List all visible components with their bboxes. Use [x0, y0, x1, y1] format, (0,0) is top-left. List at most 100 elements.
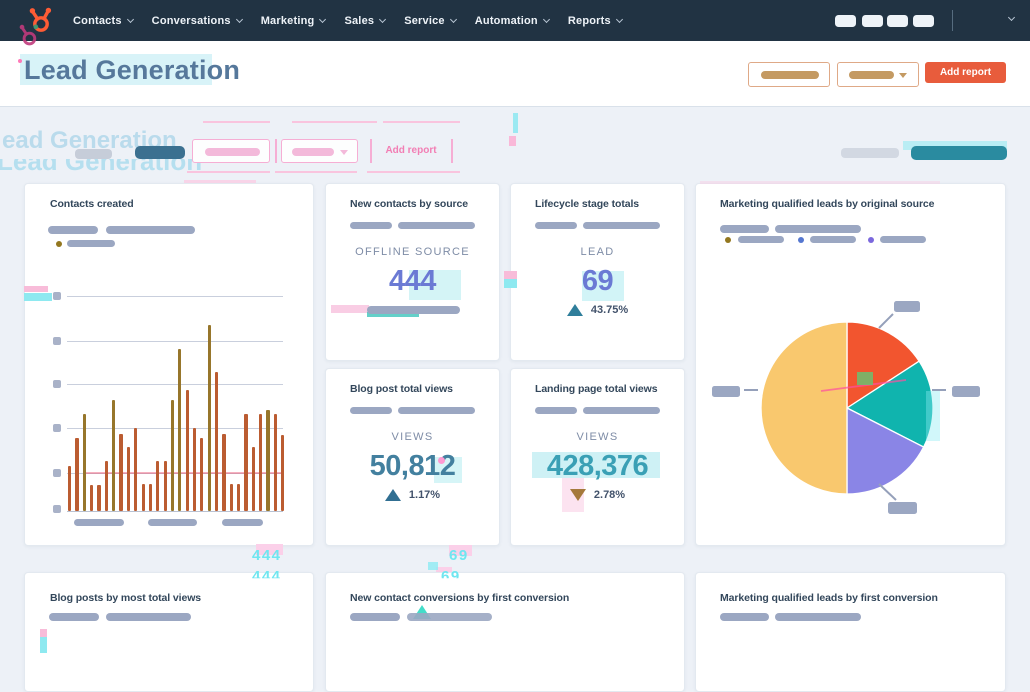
x-axis-line — [67, 511, 283, 512]
dropdown-caret-icon — [899, 73, 907, 78]
ghost-caret-icon — [340, 150, 348, 155]
placeholder-bar — [350, 222, 392, 229]
metric-change: 1.17% — [326, 489, 499, 501]
gridline — [67, 296, 283, 297]
dashboard-filter-dropdown-2[interactable] — [837, 62, 919, 87]
report-title: Blog post total views — [350, 383, 453, 395]
account-chevron-down-icon[interactable] — [1007, 13, 1016, 22]
placeholder-bar — [535, 222, 577, 229]
title-glitch-dot — [18, 59, 22, 63]
bar — [134, 428, 138, 511]
report-card-new-contact-conversions: New contact conversions by first convers… — [325, 572, 685, 692]
metric-value: 69 — [581, 265, 614, 297]
metric-label: OFFLINE SOURCE — [355, 246, 470, 258]
placeholder-bar — [49, 613, 99, 621]
y-tick-placeholder — [53, 424, 61, 432]
nav-item-contacts[interactable]: Contacts — [73, 15, 134, 27]
metric-value: 444 — [389, 265, 436, 297]
glitch-pink-dash — [367, 171, 460, 173]
bar — [178, 349, 182, 511]
glitch-pink-bit — [509, 136, 516, 146]
bar — [200, 438, 204, 511]
report-card-contacts-created: Contacts created — [24, 183, 314, 546]
nav-item-reports[interactable]: Reports — [567, 14, 623, 27]
placeholder-bar — [775, 225, 861, 233]
y-tick-placeholder — [53, 337, 61, 345]
ghost-placeholder-bar — [205, 148, 260, 156]
nav-toolbar-icon-1[interactable] — [835, 15, 856, 27]
page-title: Lead Generation — [24, 55, 241, 85]
bar — [90, 485, 94, 511]
ghost-page-title-1: ead Generation — [2, 127, 177, 154]
report-card-blog-post-total-views: Blog post total views VIEWS 50,812 1.17% — [325, 368, 500, 546]
nav-item-label: Service — [404, 14, 445, 27]
y-tick-placeholder — [53, 292, 61, 300]
placeholder-bar — [398, 407, 475, 414]
legend-dot — [725, 237, 731, 243]
nav-item-label: Sales — [344, 14, 375, 27]
dashboard-filter-dropdown-1[interactable] — [748, 62, 830, 87]
bar — [104, 461, 108, 511]
x-axis-label-placeholder — [148, 519, 197, 526]
pie-callout-label — [712, 386, 740, 397]
placeholder-bar — [367, 306, 460, 314]
bar — [229, 484, 233, 511]
nav-item-label: Conversations — [151, 14, 231, 27]
y-tick-placeholder — [53, 380, 61, 388]
y-tick-placeholder — [53, 469, 61, 477]
nav-toolbar-icon-3[interactable] — [887, 15, 908, 27]
metric-change: 2.78% — [511, 489, 684, 501]
bar — [82, 414, 86, 511]
pie-slice-amber — [760, 321, 848, 495]
bar — [251, 447, 255, 511]
glitch-pink-dash — [203, 121, 270, 123]
nav-toolbar-icon-2[interactable] — [862, 15, 883, 27]
bar — [192, 428, 197, 511]
chevron-down-icon — [542, 15, 550, 23]
placeholder-bar — [775, 613, 861, 621]
glitch-pink-dash — [292, 121, 377, 123]
metric-value: 50,812 — [369, 450, 456, 482]
add-report-button[interactable]: Add report — [925, 62, 1006, 83]
nav-toolbar-icon-4[interactable] — [913, 15, 934, 27]
nav-item-sales[interactable]: Sales — [344, 14, 387, 27]
x-axis-label-placeholder — [74, 519, 124, 526]
nav-item-conversations[interactable]: Conversations — [151, 14, 243, 27]
bar — [170, 400, 175, 511]
nav-item-service[interactable]: Service — [404, 14, 457, 27]
report-title: Lifecycle stage totals — [535, 198, 640, 210]
bar — [237, 484, 241, 511]
pie-callout-label — [894, 301, 920, 312]
change-value: 2.78% — [593, 489, 626, 501]
metric-label: VIEWS — [391, 431, 434, 443]
bar — [222, 434, 226, 511]
legend-dot — [56, 241, 62, 247]
nav-item-marketing[interactable]: Marketing — [260, 14, 327, 27]
bar — [207, 325, 211, 511]
chevron-down-icon — [379, 15, 387, 23]
nav-item-automation[interactable]: Automation — [474, 14, 550, 27]
report-card-new-contacts-by-source: New contacts by source OFFLINE SOURCE 44… — [325, 183, 500, 361]
report-title: New contacts by source — [350, 198, 469, 210]
glitch-gray-pill — [841, 148, 899, 158]
chevron-down-icon — [319, 15, 327, 23]
filter-placeholder-bar — [761, 71, 819, 79]
bar — [141, 484, 145, 511]
bar — [75, 438, 79, 511]
placeholder-bar — [106, 613, 191, 621]
glitch-pink-bar — [331, 305, 369, 313]
contacts-created-plot — [68, 325, 288, 511]
nav-item-label: Reports — [567, 14, 611, 27]
bar — [126, 447, 130, 511]
nav-item-label: Automation — [474, 14, 538, 27]
bar — [68, 466, 72, 511]
placeholder-bar — [407, 613, 492, 621]
trend-down-icon — [569, 489, 586, 501]
bar — [259, 414, 263, 511]
metric-change: 43.75% — [511, 304, 684, 316]
nav-item-label: Marketing — [260, 14, 315, 27]
placeholder-bar — [48, 226, 98, 234]
hubspot-logo-icon[interactable] — [27, 6, 54, 35]
chevron-down-icon — [126, 15, 134, 23]
report-title: Marketing qualified leads by first conve… — [720, 592, 938, 604]
